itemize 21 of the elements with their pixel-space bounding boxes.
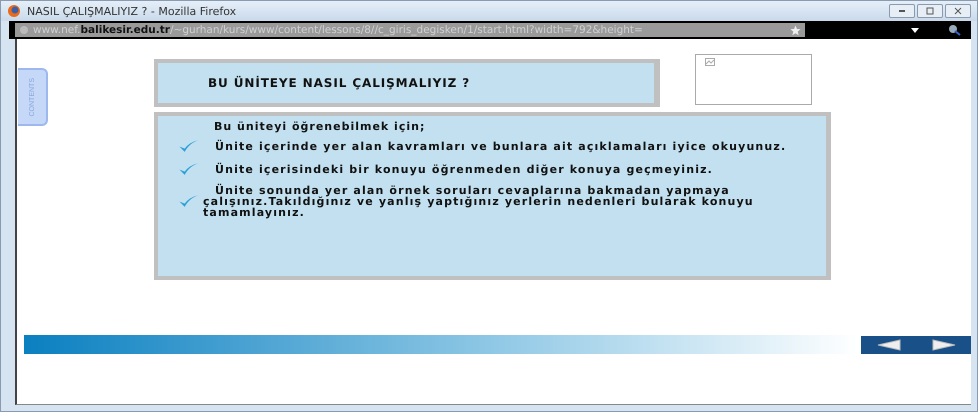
- close-icon: [953, 7, 963, 15]
- maximize-icon: [925, 7, 935, 15]
- maximize-button[interactable]: [917, 4, 943, 18]
- minimize-button[interactable]: [889, 4, 915, 18]
- minimize-icon: [897, 7, 907, 15]
- dropdown-arrow-icon[interactable]: [911, 28, 919, 32]
- browser-logo-icon: [7, 4, 21, 18]
- intro-text: Bu üniteyi öğrenebilmek için;: [214, 120, 426, 133]
- window-title: NASIL ÇALIŞMALIYIZ ? - Mozilla Firefox: [27, 4, 238, 18]
- right-arrow-icon: [932, 338, 956, 350]
- instruction-text: Ünite sonunda yer alan örnek soruları cevaplarına bakmadan yapmaya çalışınız.Takıldığınız ve yanlış yaptığınız yerlerin nedenleri bularak konuyu tamamlayınız.: [203, 185, 755, 218]
- instruction-text: Ünite içerinde yer alan kavramları ve bunlara ait açıklamaları iyice okuyunuz.: [214, 141, 788, 152]
- left-arrow-icon: [876, 338, 900, 350]
- previous-button[interactable]: [876, 338, 902, 352]
- globe-icon: [19, 25, 29, 35]
- close-button[interactable]: [945, 4, 971, 18]
- bookmark-star-icon[interactable]: [790, 24, 801, 36]
- lesson-heading: BU ÜNİTEYE NASIL ÇALIŞMALIYIZ ?: [208, 76, 470, 90]
- broken-image-icon: [705, 58, 715, 66]
- instruction-text: Ünite içerisindeki bir konuyu öğrenmeden diğer konuya geçmeyiniz.: [214, 164, 714, 175]
- next-button[interactable]: [930, 338, 956, 352]
